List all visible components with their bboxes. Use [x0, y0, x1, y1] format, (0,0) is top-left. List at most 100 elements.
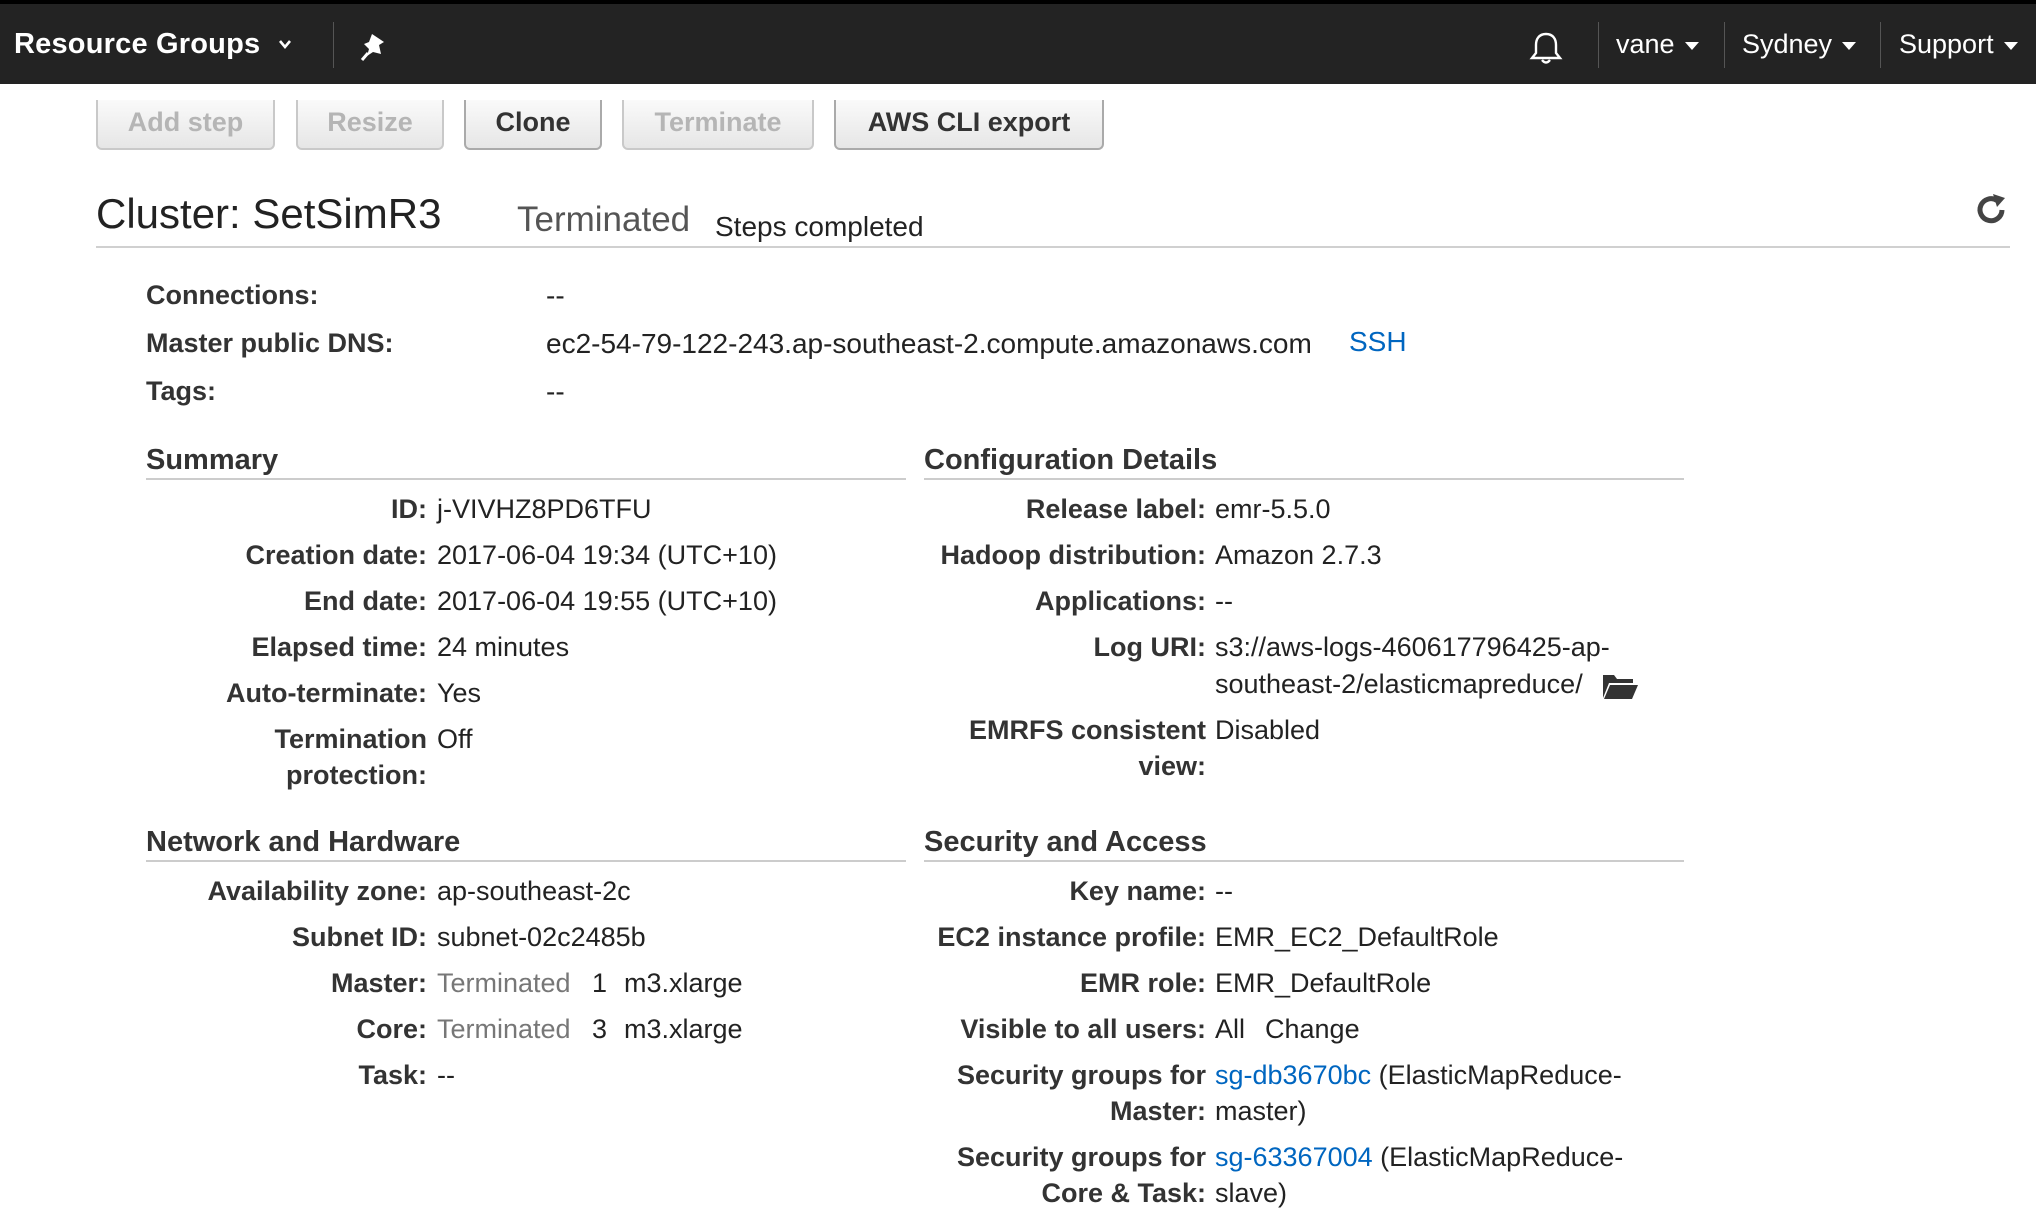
sg-core-task-desc: (ElasticMapReduce- — [1380, 1142, 1624, 1172]
key-name-label: Key name: — [1069, 876, 1206, 906]
key-name-value: -- — [1215, 876, 1233, 906]
termination-protection-label-line2: protection: — [286, 760, 427, 790]
termination-protection-value: Off — [437, 724, 473, 754]
top-navigation-bar: Resource Groups vane Sydney Support — [0, 0, 2036, 84]
end-date-label: End date: — [303, 586, 427, 616]
caret-down-icon — [1684, 42, 1699, 50]
region-menu-label: Sydney — [1742, 28, 1833, 59]
elapsed-time-value: 24 minutes — [437, 632, 570, 662]
termination-protection-label-line1: Termination — [274, 724, 427, 754]
resource-groups-label: Resource Groups — [14, 27, 261, 60]
sg-core-task-link[interactable]: sg-63367004 — [1215, 1142, 1373, 1172]
connections-value: -- — [546, 280, 565, 311]
auto-terminate-label: Auto-terminate: — [226, 678, 427, 708]
end-date-value: 2017-06-04 19:55 (UTC+10) — [437, 586, 777, 616]
applications-value: -- — [1215, 586, 1233, 616]
master-dns-label: Master public DNS: — [146, 328, 394, 358]
region-menu[interactable]: Sydney — [1742, 4, 1857, 84]
id-label: ID: — [391, 494, 427, 524]
subnet-id-label: Subnet ID: — [292, 922, 427, 952]
master-state: Terminated — [437, 968, 571, 998]
aws-cli-export-button[interactable]: AWS CLI export — [834, 100, 1104, 150]
header-divider — [96, 246, 2010, 248]
release-label-value: emr-5.5.0 — [1215, 494, 1331, 524]
creation-date-value: 2017-06-04 19:34 (UTC+10) — [437, 540, 777, 570]
release-label-label: Release label: — [1025, 494, 1206, 524]
ssh-link[interactable]: SSH — [1349, 326, 1407, 358]
configuration-details-title: Configuration Details — [924, 444, 1218, 476]
creation-date-label: Creation date: — [245, 540, 427, 570]
clone-button[interactable]: Clone — [464, 100, 602, 150]
sg-master-label-line1: Security groups for — [956, 1060, 1206, 1090]
log-uri-value-line1: s3://aws-logs-460617796425-ap- — [1215, 632, 1610, 662]
auto-terminate-value: Yes — [437, 678, 482, 708]
sg-master-value-line1: sg-db3670bc (ElasticMapReduce- — [1215, 1057, 1622, 1093]
sg-core-task-label-line1: Security groups for — [956, 1142, 1206, 1172]
nav-divider — [333, 22, 334, 68]
core-count: 3 — [592, 1014, 608, 1044]
user-menu-label: vane — [1616, 28, 1675, 59]
add-step-button[interactable]: Add step — [96, 100, 275, 150]
master-count: 1 — [592, 968, 608, 998]
network-hardware-title: Network and Hardware — [146, 826, 461, 858]
subnet-id-link[interactable]: subnet-02c2485b — [437, 919, 646, 955]
support-menu[interactable]: Support — [1899, 4, 2018, 84]
task-value: -- — [437, 1060, 455, 1090]
tags-value: -- — [546, 376, 565, 407]
sg-core-task-value-line2: slave) — [1215, 1178, 1288, 1208]
sg-master-link[interactable]: sg-db3670bc — [1215, 1060, 1371, 1090]
sg-core-task-label-line2: Core & Task: — [1041, 1178, 1206, 1208]
core-state: Terminated — [437, 1014, 571, 1044]
emr-role-value: EMR_DefaultRole — [1215, 968, 1432, 998]
summary-divider — [146, 478, 906, 480]
applications-label: Applications: — [1034, 586, 1206, 616]
id-value: j-VIVHZ8PD6TFU — [437, 494, 652, 524]
caret-down-icon — [1842, 42, 1857, 50]
master-label: Master: — [330, 968, 427, 998]
tags-label: Tags: — [146, 376, 217, 406]
connections-label: Connections: — [146, 280, 319, 310]
pin-icon[interactable] — [358, 32, 390, 64]
master-dns-value: ec2-54-79-122-243.ap-southeast-2.compute… — [546, 328, 1312, 359]
master-instance-type: m3.xlarge — [624, 968, 743, 998]
folder-open-icon[interactable] — [1601, 671, 1639, 701]
core-label: Core: — [356, 1014, 427, 1044]
elapsed-time-label: Elapsed time: — [251, 632, 427, 662]
change-visibility-link[interactable]: Change — [1265, 1011, 1360, 1047]
cluster-status: Terminated — [517, 200, 691, 239]
security-divider — [924, 860, 1684, 862]
task-label: Task: — [358, 1060, 427, 1090]
emr-role-label: EMR role: — [1079, 968, 1206, 998]
chevron-down-icon — [279, 40, 292, 50]
nav-divider — [1880, 22, 1881, 68]
summary-title: Summary — [146, 444, 279, 476]
sg-master-label-line2: Master: — [1109, 1096, 1206, 1126]
security-access-title: Security and Access — [924, 826, 1207, 858]
ec2-instance-profile-value: EMR_EC2_DefaultRole — [1215, 922, 1499, 952]
emrfs-value: Disabled — [1215, 715, 1321, 745]
bell-icon[interactable] — [1526, 28, 1566, 68]
hadoop-distribution-label: Hadoop distribution: — [940, 540, 1206, 570]
configuration-divider — [924, 478, 1684, 480]
resize-button[interactable]: Resize — [296, 100, 444, 150]
log-uri-label: Log URI: — [1093, 632, 1206, 662]
emrfs-label-line2: view: — [1138, 751, 1206, 781]
sg-master-value-line2: master) — [1215, 1096, 1307, 1126]
terminate-button[interactable]: Terminate — [622, 100, 814, 150]
log-uri-value-line2: southeast-2/elasticmapreduce/ — [1215, 666, 1639, 702]
network-divider — [146, 860, 906, 862]
sg-master-desc: (ElasticMapReduce- — [1378, 1060, 1622, 1090]
nav-divider — [1724, 22, 1725, 68]
availability-zone-label: Availability zone: — [207, 876, 427, 906]
nav-divider — [1598, 22, 1599, 68]
visible-to-all-users-label: Visible to all users: — [960, 1014, 1206, 1044]
core-instance-type: m3.xlarge — [624, 1014, 743, 1044]
user-menu[interactable]: vane — [1616, 4, 1699, 84]
support-menu-label: Support — [1899, 28, 1994, 59]
refresh-icon[interactable] — [1971, 190, 2011, 230]
visible-to-all-users-value: All — [1215, 1014, 1246, 1044]
resource-groups-menu[interactable]: Resource Groups — [14, 4, 292, 84]
caret-down-icon — [2003, 42, 2018, 50]
cluster-substatus: Steps completed — [715, 211, 924, 242]
availability-zone-value: ap-southeast-2c — [437, 876, 631, 906]
